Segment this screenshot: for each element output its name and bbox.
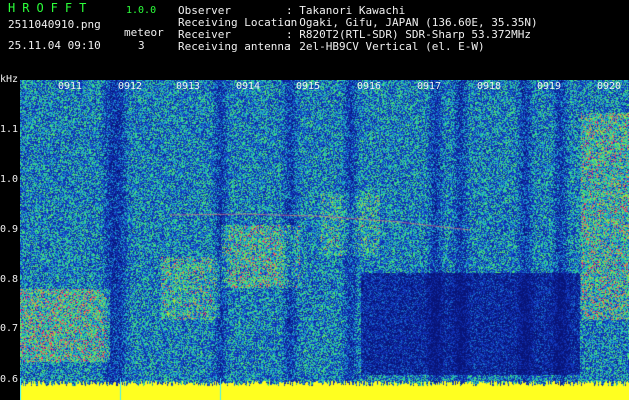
datetime-label: 25.11.04 09:10 — [8, 39, 101, 52]
y-tick-0-8: 0.8 — [0, 274, 19, 285]
x-tick-0914: 0914 — [236, 81, 261, 92]
x-tick-0913: 0913 — [176, 81, 201, 92]
meteor-label: meteor — [124, 26, 164, 39]
version-label: 1.0.0 — [126, 5, 157, 16]
y-tick-1-1: 1.1 — [0, 124, 19, 135]
hrofft-title: HROFFT — [8, 1, 94, 15]
x-tick-0919: 0919 — [537, 81, 562, 92]
x-tick-0920: 0920 — [597, 81, 622, 92]
y-tick-0-7: 0.7 — [0, 323, 19, 334]
x-tick-0916: 0916 — [357, 81, 382, 92]
y-tick-1-0: 1.0 — [0, 174, 19, 185]
spectrogram-panel — [20, 80, 629, 400]
x-tick-0912: 0912 — [118, 81, 143, 92]
x-tick-0911: 0911 — [58, 81, 83, 92]
y-tick-0-6: 0.6 — [0, 374, 19, 385]
frequency-unit-label: kHz — [0, 74, 19, 85]
spectrogram-canvas — [20, 80, 629, 400]
x-tick-0915: 0915 — [296, 81, 321, 92]
x-tick-0918: 0918 — [477, 81, 502, 92]
x-tick-0917: 0917 — [417, 81, 442, 92]
info-antenna-key: Receiving antenna — [178, 40, 291, 53]
filename-label: 2511040910.png — [8, 18, 101, 31]
info-antenna-value: : 2el-HB9CV Vertical (el. E-W) — [286, 40, 485, 53]
y-tick-0-9: 0.9 — [0, 224, 19, 235]
meteor-count: 3 — [138, 39, 145, 52]
